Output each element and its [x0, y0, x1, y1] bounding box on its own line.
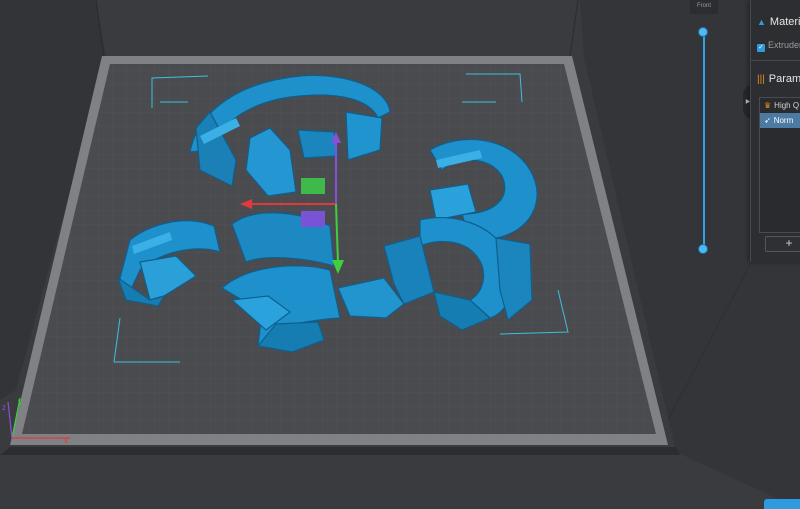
- panel-divider: [751, 60, 800, 61]
- extruder-checkbox-row[interactable]: ✓ Extruder: [757, 40, 800, 52]
- material-header[interactable]: ▲ Materi: [757, 16, 800, 28]
- svg-text:y: y: [18, 397, 22, 406]
- add-profile-button[interactable]: +: [765, 236, 800, 252]
- profile-item-normal[interactable]: ➶ Norm: [760, 113, 800, 128]
- svg-text:z: z: [2, 403, 6, 412]
- profile-list: ♛ High Q ➶ Norm: [759, 97, 800, 233]
- layer-slider[interactable]: [696, 26, 712, 256]
- layer-slider-top-handle[interactable]: [698, 27, 708, 37]
- params-header[interactable]: ||| Param: [757, 73, 800, 85]
- layer-slider-bottom-handle[interactable]: [698, 244, 708, 254]
- settings-panel: ▲ Materi ✓ Extruder ||| Param ♛ High Q ➶ Norm…: [750, 0, 800, 262]
- params-title: Param: [768, 73, 800, 85]
- profile-item-high-quality[interactable]: ♛ High Q: [760, 98, 800, 113]
- bed-edge: [0, 447, 680, 455]
- sliders-icon: |||: [757, 74, 765, 85]
- material-title: Materi: [769, 16, 800, 28]
- view-label[interactable]: Front: [690, 0, 718, 14]
- 3d-viewport[interactable]: y z x: [0, 0, 800, 509]
- extruder-label: Extruder: [768, 40, 800, 50]
- material-icon: ▲: [757, 17, 766, 27]
- slice-button[interactable]: [764, 499, 800, 509]
- viewport-scene: y z x: [0, 0, 800, 509]
- svg-text:x: x: [64, 436, 68, 445]
- checkbox-icon[interactable]: ✓: [757, 44, 765, 52]
- profile-label: High Q: [774, 101, 800, 110]
- profile-label: Norm: [773, 116, 794, 125]
- rocket-icon: ➶: [764, 116, 771, 125]
- layer-slider-track: [703, 32, 705, 250]
- crown-icon: ♛: [764, 101, 772, 110]
